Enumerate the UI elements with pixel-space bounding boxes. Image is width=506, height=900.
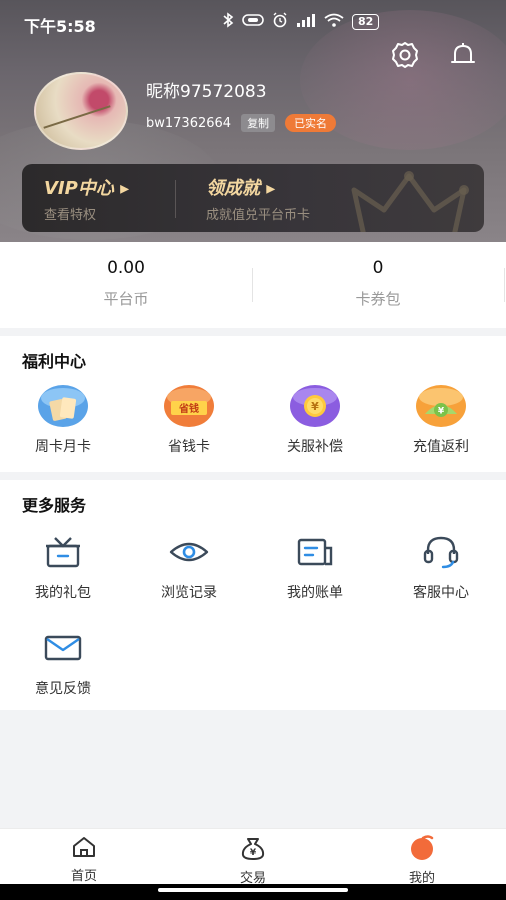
crown-icon — [351, 171, 469, 232]
bluetooth-icon — [222, 12, 234, 32]
status-time: 下午5:58 — [24, 17, 96, 36]
wallet-summary: 0.00 平台币 0 卡券包 — [0, 242, 506, 328]
bill-icon — [289, 530, 341, 574]
nav-tab-label: 首页 — [70, 869, 97, 884]
service-item-browse-history[interactable]: 浏览记录 — [126, 530, 252, 602]
welfare-item-label: 关服补偿 — [287, 439, 343, 455]
nfc-icon — [242, 13, 264, 31]
server-closure-compensation-icon: ¥ — [289, 384, 341, 428]
profile-header: 下午5:58 82 昵称97572083 bw17362664 复制 已实名 V… — [0, 0, 506, 242]
gift-box-icon — [37, 530, 89, 574]
copy-button[interactable]: 复制 — [241, 114, 276, 132]
rebate-badge-text: ¥ — [438, 407, 445, 417]
trade-badge-text: ¥ — [250, 848, 257, 858]
header-actions — [390, 40, 478, 70]
service-item-label: 我的账单 — [287, 585, 343, 601]
bell-icon[interactable] — [448, 40, 478, 70]
welfare-item-label: 充值返利 — [413, 439, 469, 455]
welfare-item-recharge-rebate[interactable]: ¥ 充值返利 — [378, 384, 504, 456]
home-icon — [73, 837, 95, 857]
avatar[interactable] — [34, 72, 128, 150]
coupon-wallet-item[interactable]: 0 卡券包 — [278, 258, 478, 309]
service-item-label: 客服中心 — [413, 585, 469, 601]
service-item-my-gift-pack[interactable]: 我的礼包 — [0, 530, 126, 602]
vip-center-subtitle: 查看特权 — [44, 208, 97, 223]
coupon-wallet-value: 0 — [372, 258, 384, 278]
verified-badge: 已实名 — [285, 114, 337, 132]
welfare-center-title: 福利中心 — [22, 352, 87, 371]
more-services-title: 更多服务 — [22, 496, 87, 515]
system-nav-bar — [0, 884, 506, 900]
profile-icon — [411, 835, 434, 860]
platform-coin-value: 0.00 — [107, 258, 145, 278]
welfare-item-label: 省钱卡 — [168, 439, 210, 455]
service-item-label: 意见反馈 — [35, 681, 91, 697]
welfare-center-section: 福利中心 周卡月卡 省钱 省钱卡 ¥ 关服补偿 ¥ 充值返利 — [0, 336, 506, 472]
battery-icon: 82 — [352, 14, 380, 30]
welfare-item-money-saving-card[interactable]: 省钱 省钱卡 — [126, 384, 252, 456]
more-services-section: 更多服务 我的礼包 浏览记录 我的账单 客服中心 意见反馈 — [0, 480, 506, 710]
wifi-icon — [324, 13, 344, 31]
money-saving-card-icon: 省钱 — [163, 384, 215, 428]
gear-icon[interactable] — [390, 40, 420, 70]
nav-tab-mine[interactable]: 我的 — [362, 835, 482, 886]
service-item-label: 浏览记录 — [161, 585, 217, 601]
achievement-subtitle: 成就值兑平台币卡 — [206, 208, 311, 223]
service-item-label: 我的礼包 — [35, 585, 91, 601]
money-saving-badge-text: 省钱 — [178, 402, 199, 415]
vip-card-divider — [175, 180, 176, 218]
platform-coin-item[interactable]: 0.00 平台币 — [26, 258, 226, 309]
home-indicator[interactable] — [158, 888, 348, 892]
signal-icon — [296, 13, 316, 31]
achievement-title: 领成就 ▸ — [206, 178, 276, 199]
welfare-item-server-closure-compensation[interactable]: ¥ 关服补偿 — [252, 384, 378, 456]
weekly-monthly-card-icon — [37, 384, 89, 428]
alarm-icon — [272, 12, 288, 32]
welfare-item-weekly-monthly-card[interactable]: 周卡月卡 — [0, 384, 126, 456]
avatar-image-detail — [43, 105, 111, 129]
user-id: bw17362664 — [146, 115, 232, 131]
recharge-rebate-icon: ¥ — [415, 384, 467, 428]
headset-icon — [415, 530, 467, 574]
service-item-feedback[interactable]: 意见反馈 — [0, 626, 126, 698]
vip-card: VIP中心 ▸ 查看特权 领成就 ▸ 成就值兑平台币卡 — [22, 164, 484, 232]
service-item-my-bill[interactable]: 我的账单 — [252, 530, 378, 602]
wallet-divider — [504, 268, 505, 302]
vip-center-title: VIP中心 ▸ — [44, 178, 130, 199]
compensation-badge-text: ¥ — [311, 400, 319, 413]
mail-icon — [37, 626, 89, 670]
coupon-wallet-label: 卡券包 — [355, 290, 401, 308]
nav-tab-home[interactable]: 首页 — [24, 835, 144, 884]
money-bag-icon: ¥ — [241, 838, 265, 860]
welfare-item-label: 周卡月卡 — [35, 439, 91, 455]
eye-icon — [163, 530, 215, 574]
status-icons: 82 — [222, 12, 380, 32]
wallet-divider — [252, 268, 253, 302]
service-item-customer-service[interactable]: 客服中心 — [378, 530, 504, 602]
platform-coin-label: 平台币 — [103, 290, 149, 308]
nickname: 昵称97572083 — [146, 82, 267, 102]
user-id-row: bw17362664 复制 已实名 — [146, 114, 337, 132]
nav-tab-trade[interactable]: ¥ 交易 — [193, 835, 313, 886]
